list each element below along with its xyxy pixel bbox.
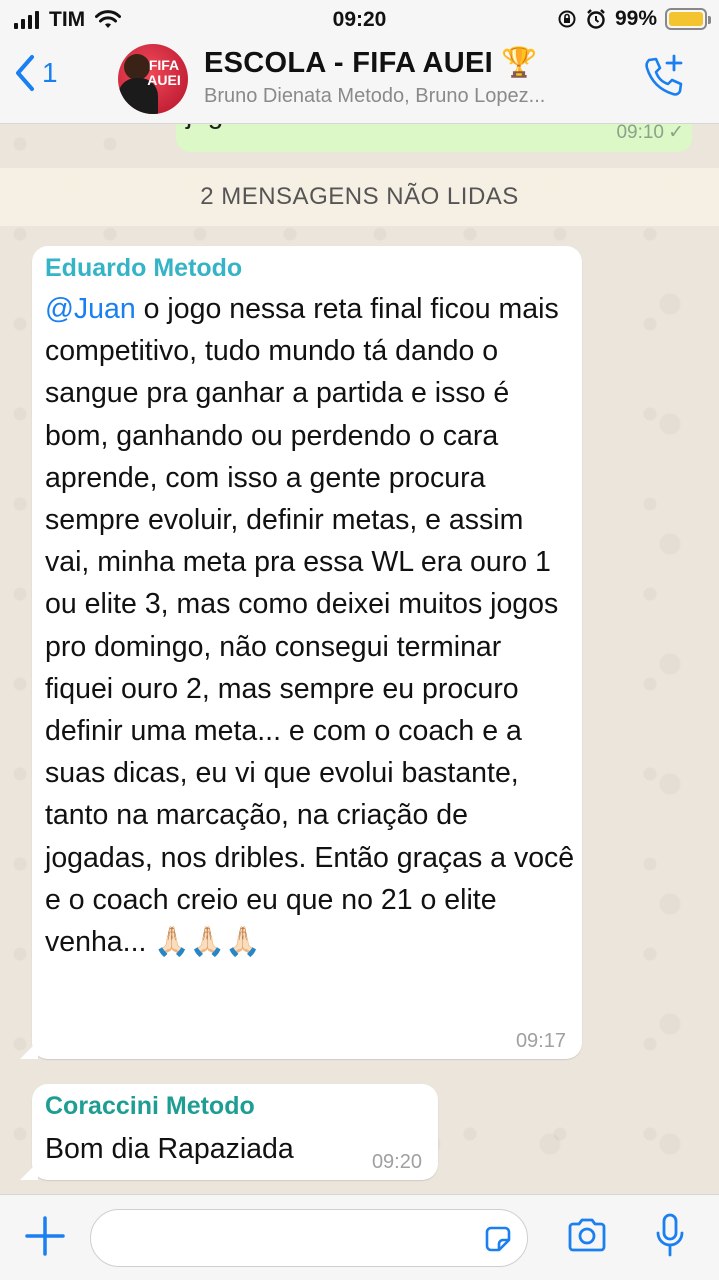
avatar-label: FIFA AUEI: [147, 57, 181, 88]
mic-icon[interactable]: [654, 1213, 686, 1259]
chat-title: ESCOLA - FIFA AUEI 🏆: [204, 46, 624, 80]
alarm-icon: [587, 9, 605, 29]
message-input[interactable]: [90, 1209, 528, 1267]
chat-participants: Bruno Dienata Metodo, Bruno Lopez...: [204, 85, 546, 107]
message-body: o jogo nessa reta final ficou mais compe…: [45, 293, 575, 959]
back-button[interactable]: 1: [14, 54, 58, 92]
outgoing-message[interactable]: jogar 09:10 ✓: [176, 124, 692, 152]
chat-title-text: ESCOLA - FIFA AUEI: [204, 46, 493, 79]
status-bar: TIM 09:20 99%: [0, 0, 719, 40]
battery-icon: [665, 8, 711, 30]
mention-link[interactable]: @Juan: [45, 293, 136, 325]
sender-name[interactable]: Coraccini Metodo: [45, 1092, 255, 1121]
camera-icon[interactable]: [566, 1217, 608, 1253]
message-text: jogar: [186, 124, 248, 130]
status-right: 99%: [557, 7, 711, 31]
chat-area[interactable]: jogar 09:10 ✓ 2 MENSAGENS NÃO LIDAS Edua…: [0, 124, 719, 1194]
message-time: 09:17: [515, 1030, 566, 1052]
trophy-icon: 🏆: [500, 47, 538, 79]
message-text: @Juan o jogo nessa reta final ficou mais…: [45, 288, 575, 963]
read-check-icon: ✓: [668, 124, 684, 143]
plus-icon[interactable]: [24, 1215, 66, 1257]
incoming-message[interactable]: Eduardo Metodo @Juan o jogo nessa reta f…: [20, 246, 582, 1059]
chevron-left-icon: [16, 55, 34, 91]
message-time: 09:10: [616, 124, 664, 143]
group-avatar[interactable]: FIFA AUEI: [118, 44, 188, 114]
message-text: Bom dia Rapaziada: [45, 1133, 294, 1165]
sender-name[interactable]: Eduardo Metodo: [45, 254, 242, 283]
battery-percent: 99%: [614, 7, 657, 30]
chat-header: 1 FIFA AUEI ESCOLA - FIFA AUEI 🏆 Bruno D…: [0, 40, 719, 124]
input-bar: [0, 1194, 719, 1280]
message-time: 09:20: [371, 1151, 422, 1173]
back-count: 1: [42, 57, 58, 88]
orientation-lock-icon: [558, 10, 576, 28]
unread-banner: 2 MENSAGENS NÃO LIDAS: [0, 168, 719, 226]
sticker-icon[interactable]: [483, 1224, 513, 1254]
incoming-message[interactable]: Coraccini Metodo Bom dia Rapaziada 09:20: [20, 1084, 438, 1180]
top-bar: TIM 09:20 99% 1 FIFA AUEI ESCOLA - FIFA …: [0, 0, 719, 124]
chat-title-area[interactable]: ESCOLA - FIFA AUEI 🏆 Bruno Dienata Metod…: [204, 46, 624, 108]
add-call-icon[interactable]: [641, 54, 685, 100]
